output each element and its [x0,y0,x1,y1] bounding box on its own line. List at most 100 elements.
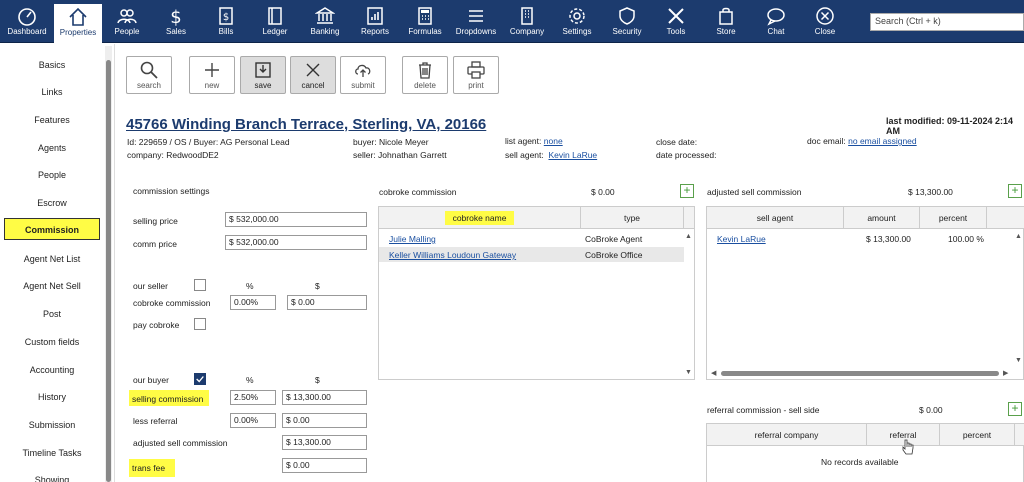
scroll-left-icon[interactable]: ◀ [711,369,716,377]
trans-fee-input[interactable]: $ 0.00 [282,458,367,473]
cancel-button-label: cancel [301,81,325,90]
sidebar-item-features[interactable]: Features [4,109,100,131]
sell-agent-link[interactable]: Kevin LaRue [717,234,766,244]
nav-dashboard[interactable]: Dashboard [3,3,51,41]
date-processed-label: date processed: [656,150,717,160]
sidebar-item-links[interactable]: Links [4,81,100,103]
cobroke-name-link[interactable]: Keller Williams Loudoun Gateway [389,250,516,260]
commission-settings-title: commission settings [133,186,210,196]
scroll-right-icon[interactable]: ▶ [1003,369,1008,377]
nav-formulas[interactable]: Formulas [401,3,449,41]
sidebar-item-showing[interactable]: Showing [4,469,100,482]
plus-icon: + [1011,183,1019,197]
nav-sales[interactable]: $ Sales [152,3,200,41]
nav-settings[interactable]: Settings [553,3,601,41]
cobroke-percent-input[interactable]: 0.00% [230,295,276,310]
sidebar-scroll-thumb[interactable] [106,60,111,482]
horizontal-scrollbar[interactable] [721,371,999,376]
grid-header-spacer [1015,424,1024,446]
nav-label: Security [612,27,642,36]
cobroke-name-header[interactable]: cobroke name [379,207,581,229]
nav-banking[interactable]: Banking [301,3,349,41]
sidebar-item-basics[interactable]: Basics [4,54,100,76]
delete-button-label: delete [414,81,436,90]
nav-security[interactable]: Security [603,3,651,41]
nav-chat[interactable]: Chat [752,3,800,41]
cancel-button[interactable]: cancel [290,56,336,94]
nav-dropdowns[interactable]: Dropdowns [452,3,500,41]
save-button[interactable]: save [240,56,286,94]
percent-header: % [246,281,254,291]
sidebar-item-submission[interactable]: Submission [4,414,100,436]
nav-ledger[interactable]: Ledger [251,3,299,41]
sidebar-item-custom-fields[interactable]: Custom fields [4,331,100,353]
less-referral-percent-input[interactable]: 0.00% [230,413,276,428]
cobroke-type-header[interactable]: type [581,207,684,229]
comm-price-input[interactable]: $ 532,000.00 [225,235,367,250]
print-button[interactable]: print [453,56,499,94]
adjusted-sell-commission-label: adjusted sell commission [133,438,228,448]
sell-agent-field: sell agent: Kevin LaRue [505,150,597,160]
nav-company[interactable]: Company [503,3,551,41]
scroll-down-icon[interactable]: ▼ [1015,357,1022,364]
nav-properties[interactable]: Properties [54,4,102,43]
nav-bills[interactable]: $ Bills [202,3,250,41]
global-search-input[interactable]: Search (Ctrl + k) [870,13,1024,31]
scroll-up-icon[interactable]: ▲ [1015,233,1022,240]
sidebar-item-agents[interactable]: Agents [4,137,100,159]
list-agent-link[interactable]: none [544,136,563,146]
sidebar-item-timeline-tasks[interactable]: Timeline Tasks [4,442,100,464]
sidebar-item-accounting[interactable]: Accounting [4,359,100,381]
scroll-down-icon[interactable]: ▼ [685,369,692,376]
referral-grid: referral company referral percent No rec… [706,423,1024,482]
selling-price-input[interactable]: $ 532,000.00 [225,212,367,227]
sidebar-item-history[interactable]: History [4,386,100,408]
percent-header[interactable]: percent [920,207,987,229]
nav-label: Ledger [262,27,288,36]
search-button[interactable]: search [126,56,172,94]
sidebar-item-post[interactable]: Post [4,303,100,325]
doc-email-link[interactable]: no email assigned [848,136,917,146]
cobroke-amount-input[interactable]: $ 0.00 [287,295,367,310]
sidebar-item-escrow[interactable]: Escrow [4,192,100,214]
nav-tools[interactable]: Tools [652,3,700,41]
submit-button-label: submit [351,81,375,90]
sell-agent-link[interactable]: Kevin LaRue [548,150,597,160]
selling-commission-amount-input[interactable]: $ 13,300.00 [282,390,367,405]
amount-header[interactable]: amount [844,207,920,229]
submit-button[interactable]: submit [340,56,386,94]
our-seller-label: our seller [133,281,168,291]
cobroke-name-link[interactable]: Julie Malling [389,234,436,244]
property-address-link[interactable]: 45766 Winding Branch Terrace, Sterling, … [126,116,486,133]
table-row[interactable]: Julie Malling CoBroke Agent [379,231,684,246]
add-cobroke-button[interactable]: + [680,184,694,198]
scroll-up-icon[interactable]: ▲ [685,233,692,240]
nav-label: People [114,27,140,36]
delete-button[interactable]: delete [402,56,448,94]
sidebar-item-agent-net-sell[interactable]: Agent Net Sell [4,275,100,297]
cobroke-commission-total: $ 0.00 [591,187,615,197]
sidebar-item-people[interactable]: People [4,164,100,186]
our-seller-checkbox[interactable] [194,279,206,291]
sell-agent-header[interactable]: sell agent [707,207,844,229]
nav-store[interactable]: Store [702,3,750,41]
less-referral-amount-input[interactable]: $ 0.00 [282,413,367,428]
table-row[interactable]: Keller Williams Loudoun Gateway CoBroke … [379,247,684,262]
sidebar-item-agent-net-list[interactable]: Agent Net List [4,248,100,270]
table-row[interactable]: Kevin LaRue $ 13,300.00 100.00 % [707,231,1007,246]
our-buyer-checkbox[interactable] [194,373,206,385]
pay-cobroke-checkbox[interactable] [194,318,206,330]
nav-close[interactable]: Close [801,3,849,41]
nav-people[interactable]: People [103,3,151,41]
nav-reports[interactable]: Reports [351,3,399,41]
add-referral-button[interactable]: + [1008,402,1022,416]
adjusted-sell-commission-input[interactable]: $ 13,300.00 [282,435,367,450]
percent-header[interactable]: percent [940,424,1015,446]
sidebar-item-commission[interactable]: Commission [4,218,100,240]
add-sell-agent-button[interactable]: + [1008,184,1022,198]
new-button[interactable]: new [189,56,235,94]
referral-company-header[interactable]: referral company [707,424,867,446]
selling-commission-percent-input[interactable]: 2.50% [230,390,276,405]
menu-icon [469,10,483,22]
nav-label: Dashboard [7,27,47,36]
